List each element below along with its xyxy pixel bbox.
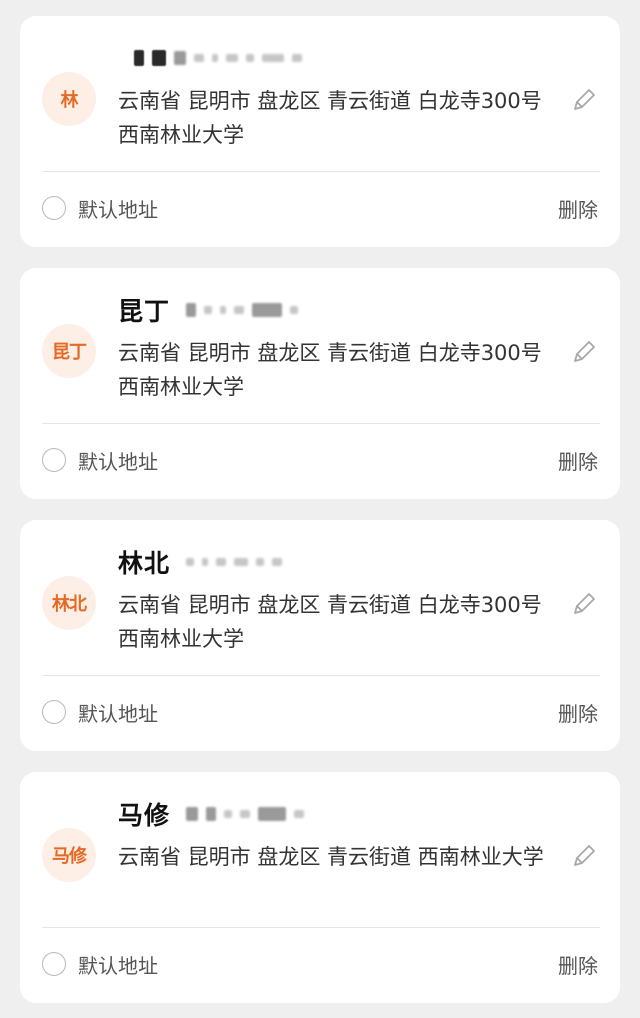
- contact-name: 马修: [118, 801, 171, 830]
- contact-row: 昆丁: [118, 292, 306, 328]
- masked-contact-info: [134, 50, 310, 66]
- avatar: 林: [42, 72, 96, 126]
- contact-row: 马修: [118, 796, 312, 832]
- radio-circle-icon[interactable]: [42, 700, 66, 724]
- default-address-label: 默认地址: [78, 197, 158, 222]
- address-card[interactable]: 马修 马修 云南省 昆明市 盘龙区 青云街道 西南林业大学 默认地址 删除: [20, 772, 620, 1003]
- set-default-toggle[interactable]: 默认地址: [42, 695, 158, 729]
- avatar: 昆丁: [42, 324, 96, 378]
- pencil-icon[interactable]: [570, 338, 598, 366]
- divider: [42, 927, 600, 928]
- contact-row: 林北: [118, 544, 290, 580]
- avatar: 马修: [42, 828, 96, 882]
- delete-button[interactable]: 删除: [558, 443, 598, 477]
- contact-name: 林北: [118, 549, 171, 578]
- masked-contact-info: [186, 558, 290, 566]
- contact-row: [118, 40, 310, 76]
- address-card[interactable]: 林 云南省 昆明市 盘龙区 青云街道 白龙寺300号西南林业大学 默认地址 删除: [20, 16, 620, 247]
- address-list-page: 林 云南省 昆明市 盘龙区 青云街道 白龙寺300号西南林业大学 默认地址 删除…: [0, 0, 640, 1018]
- masked-contact-info: [186, 807, 312, 821]
- masked-contact-info: [186, 303, 306, 317]
- delete-button[interactable]: 删除: [558, 695, 598, 729]
- divider: [42, 171, 600, 172]
- delete-button[interactable]: 删除: [558, 947, 598, 981]
- set-default-toggle[interactable]: 默认地址: [42, 947, 158, 981]
- address-text: 云南省 昆明市 盘龙区 青云街道 西南林业大学: [118, 845, 544, 869]
- divider: [42, 423, 600, 424]
- radio-circle-icon[interactable]: [42, 952, 66, 976]
- default-address-label: 默认地址: [78, 701, 158, 726]
- address-text: 云南省 昆明市 盘龙区 青云街道 白龙寺300号西南林业大学: [118, 341, 542, 399]
- contact-name: 昆丁: [118, 297, 171, 326]
- set-default-toggle[interactable]: 默认地址: [42, 191, 158, 225]
- address-text: 云南省 昆明市 盘龙区 青云街道 白龙寺300号西南林业大学: [118, 593, 542, 651]
- address-card[interactable]: 昆丁 昆丁 云南省 昆明市 盘龙区 青云街道 白龙寺300号西南林业大学 默认地…: [20, 268, 620, 499]
- set-default-toggle[interactable]: 默认地址: [42, 443, 158, 477]
- pencil-icon[interactable]: [570, 86, 598, 114]
- radio-circle-icon[interactable]: [42, 448, 66, 472]
- avatar: 林北: [42, 576, 96, 630]
- pencil-icon[interactable]: [570, 842, 598, 870]
- pencil-icon[interactable]: [570, 590, 598, 618]
- default-address-label: 默认地址: [78, 449, 158, 474]
- divider: [42, 675, 600, 676]
- default-address-label: 默认地址: [78, 953, 158, 978]
- address-text: 云南省 昆明市 盘龙区 青云街道 白龙寺300号西南林业大学: [118, 89, 542, 147]
- address-card[interactable]: 林北 林北 云南省 昆明市 盘龙区 青云街道 白龙寺300号西南林业大学 默认地…: [20, 520, 620, 751]
- delete-button[interactable]: 删除: [558, 191, 598, 225]
- radio-circle-icon[interactable]: [42, 196, 66, 220]
